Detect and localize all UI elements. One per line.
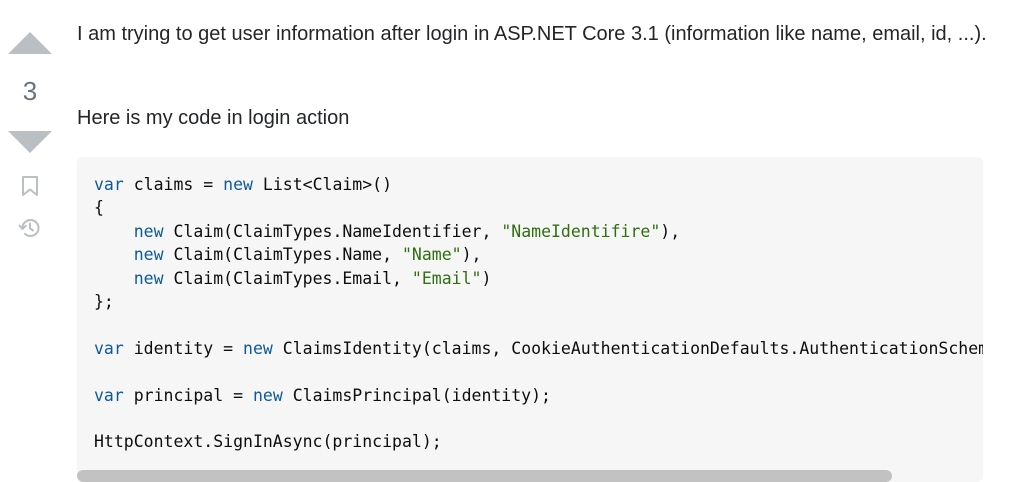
code-text: identity = [123, 338, 244, 358]
code-line: new Claim(ClaimTypes.Email, "Email") [94, 267, 983, 290]
code-line: }; [94, 291, 114, 311]
code-line: var claims = new List<Claim>() [94, 173, 983, 196]
code-content: var claims = new List<Claim>(){ new Clai… [94, 173, 983, 454]
code-block: var claims = new List<Claim>(){ new Clai… [77, 157, 983, 482]
code-text: Claim(ClaimTypes.NameIdentifier, [163, 221, 502, 241]
code-text: ClaimsIdentity(claims, CookieAuthenticat… [272, 338, 983, 358]
horizontal-scrollbar[interactable] [77, 470, 983, 482]
downvote-button[interactable] [8, 131, 52, 153]
code-text: claims = [123, 175, 224, 194]
code-line: new Claim(ClaimTypes.NameIdentifier, "Na… [94, 220, 983, 243]
scrollbar-thumb[interactable] [77, 470, 892, 482]
vote-column: 3 [0, 0, 62, 482]
code-text: ), [660, 221, 681, 241]
question-paragraph: Here is my code in login action [77, 107, 350, 129]
code-string: "Email" [411, 268, 482, 288]
code-line: { [94, 198, 104, 218]
code-line: var principal = new ClaimsPrincipal(iden… [94, 384, 983, 407]
code-text: ClaimsPrincipal(identity); [282, 385, 551, 405]
code-text: Claim(ClaimTypes.Email, [163, 268, 412, 288]
code-text: principal = [123, 385, 253, 405]
code-text: ) [481, 268, 492, 288]
vote-count: 3 [22, 76, 38, 106]
question-paragraph: I am trying to get user information afte… [77, 23, 987, 45]
code-string: "NameIdentifire" [501, 221, 661, 241]
code-keyword: new [243, 338, 273, 358]
code-line: var identity = new ClaimsIdentity(claims… [94, 337, 983, 360]
code-text: Claim(ClaimTypes.Name, [163, 245, 402, 265]
code-keyword: new [223, 175, 253, 194]
history-icon[interactable] [18, 216, 42, 240]
code-text: ), [461, 245, 482, 265]
code-keyword: var [94, 175, 124, 194]
upvote-button[interactable] [8, 32, 52, 54]
code-keyword: new [133, 245, 164, 265]
code-keyword: var [94, 385, 124, 405]
code-line: HttpContext.SignInAsync(principal); [94, 432, 442, 452]
code-keyword: new [252, 385, 283, 405]
code-keyword: new [133, 221, 164, 241]
code-keyword: new [133, 268, 164, 288]
code-string: "Name" [401, 245, 462, 265]
bookmark-icon[interactable] [18, 174, 42, 198]
code-text: List<Claim>() [252, 175, 393, 194]
code-line: new Claim(ClaimTypes.Name, "Name"), [94, 243, 983, 266]
code-keyword: var [94, 338, 124, 358]
